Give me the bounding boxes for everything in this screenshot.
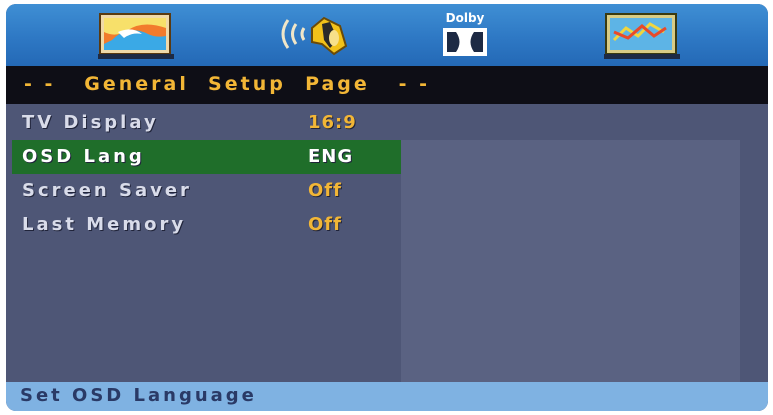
menu-row-tv-display[interactable]: TV Display 16:9 [12, 106, 401, 140]
dvd-setup-screen: Dolby - - General Setup Page - - TV Disp… [6, 4, 768, 411]
menu-label: OSD Lang [22, 146, 145, 167]
settings-menu: TV Display 16:9 OSD Lang ENG Screen Save… [6, 104, 768, 382]
menu-label: Last Memory [22, 214, 187, 235]
menu-value: Off [308, 180, 342, 201]
menu-row-screen-saver[interactable]: Screen Saver Off [12, 174, 401, 208]
general-setup-icon[interactable] [98, 10, 176, 60]
dolby-label: Dolby [446, 11, 485, 25]
dolby-icon[interactable]: Dolby [434, 10, 496, 60]
setup-tab-bar: Dolby [6, 4, 768, 66]
menu-row-last-memory[interactable]: Last Memory Off [12, 208, 401, 242]
status-bar: Set OSD Language [6, 382, 768, 411]
menu-value: Off [308, 214, 342, 235]
menu-label: TV Display [22, 112, 159, 133]
menu-row-osd-lang[interactable]: OSD Lang ENG [12, 140, 401, 174]
menu-label: Screen Saver [22, 180, 192, 201]
preference-icon[interactable] [602, 10, 682, 60]
menu-value: ENG [308, 146, 354, 167]
options-panel [401, 140, 740, 382]
page-header: - - General Setup Page - - [6, 66, 768, 104]
menu-value: 16:9 [308, 112, 357, 133]
audio-speaker-icon[interactable] [264, 10, 354, 60]
page-title: - - General Setup Page - - [24, 73, 431, 95]
status-text: Set OSD Language [20, 385, 257, 406]
